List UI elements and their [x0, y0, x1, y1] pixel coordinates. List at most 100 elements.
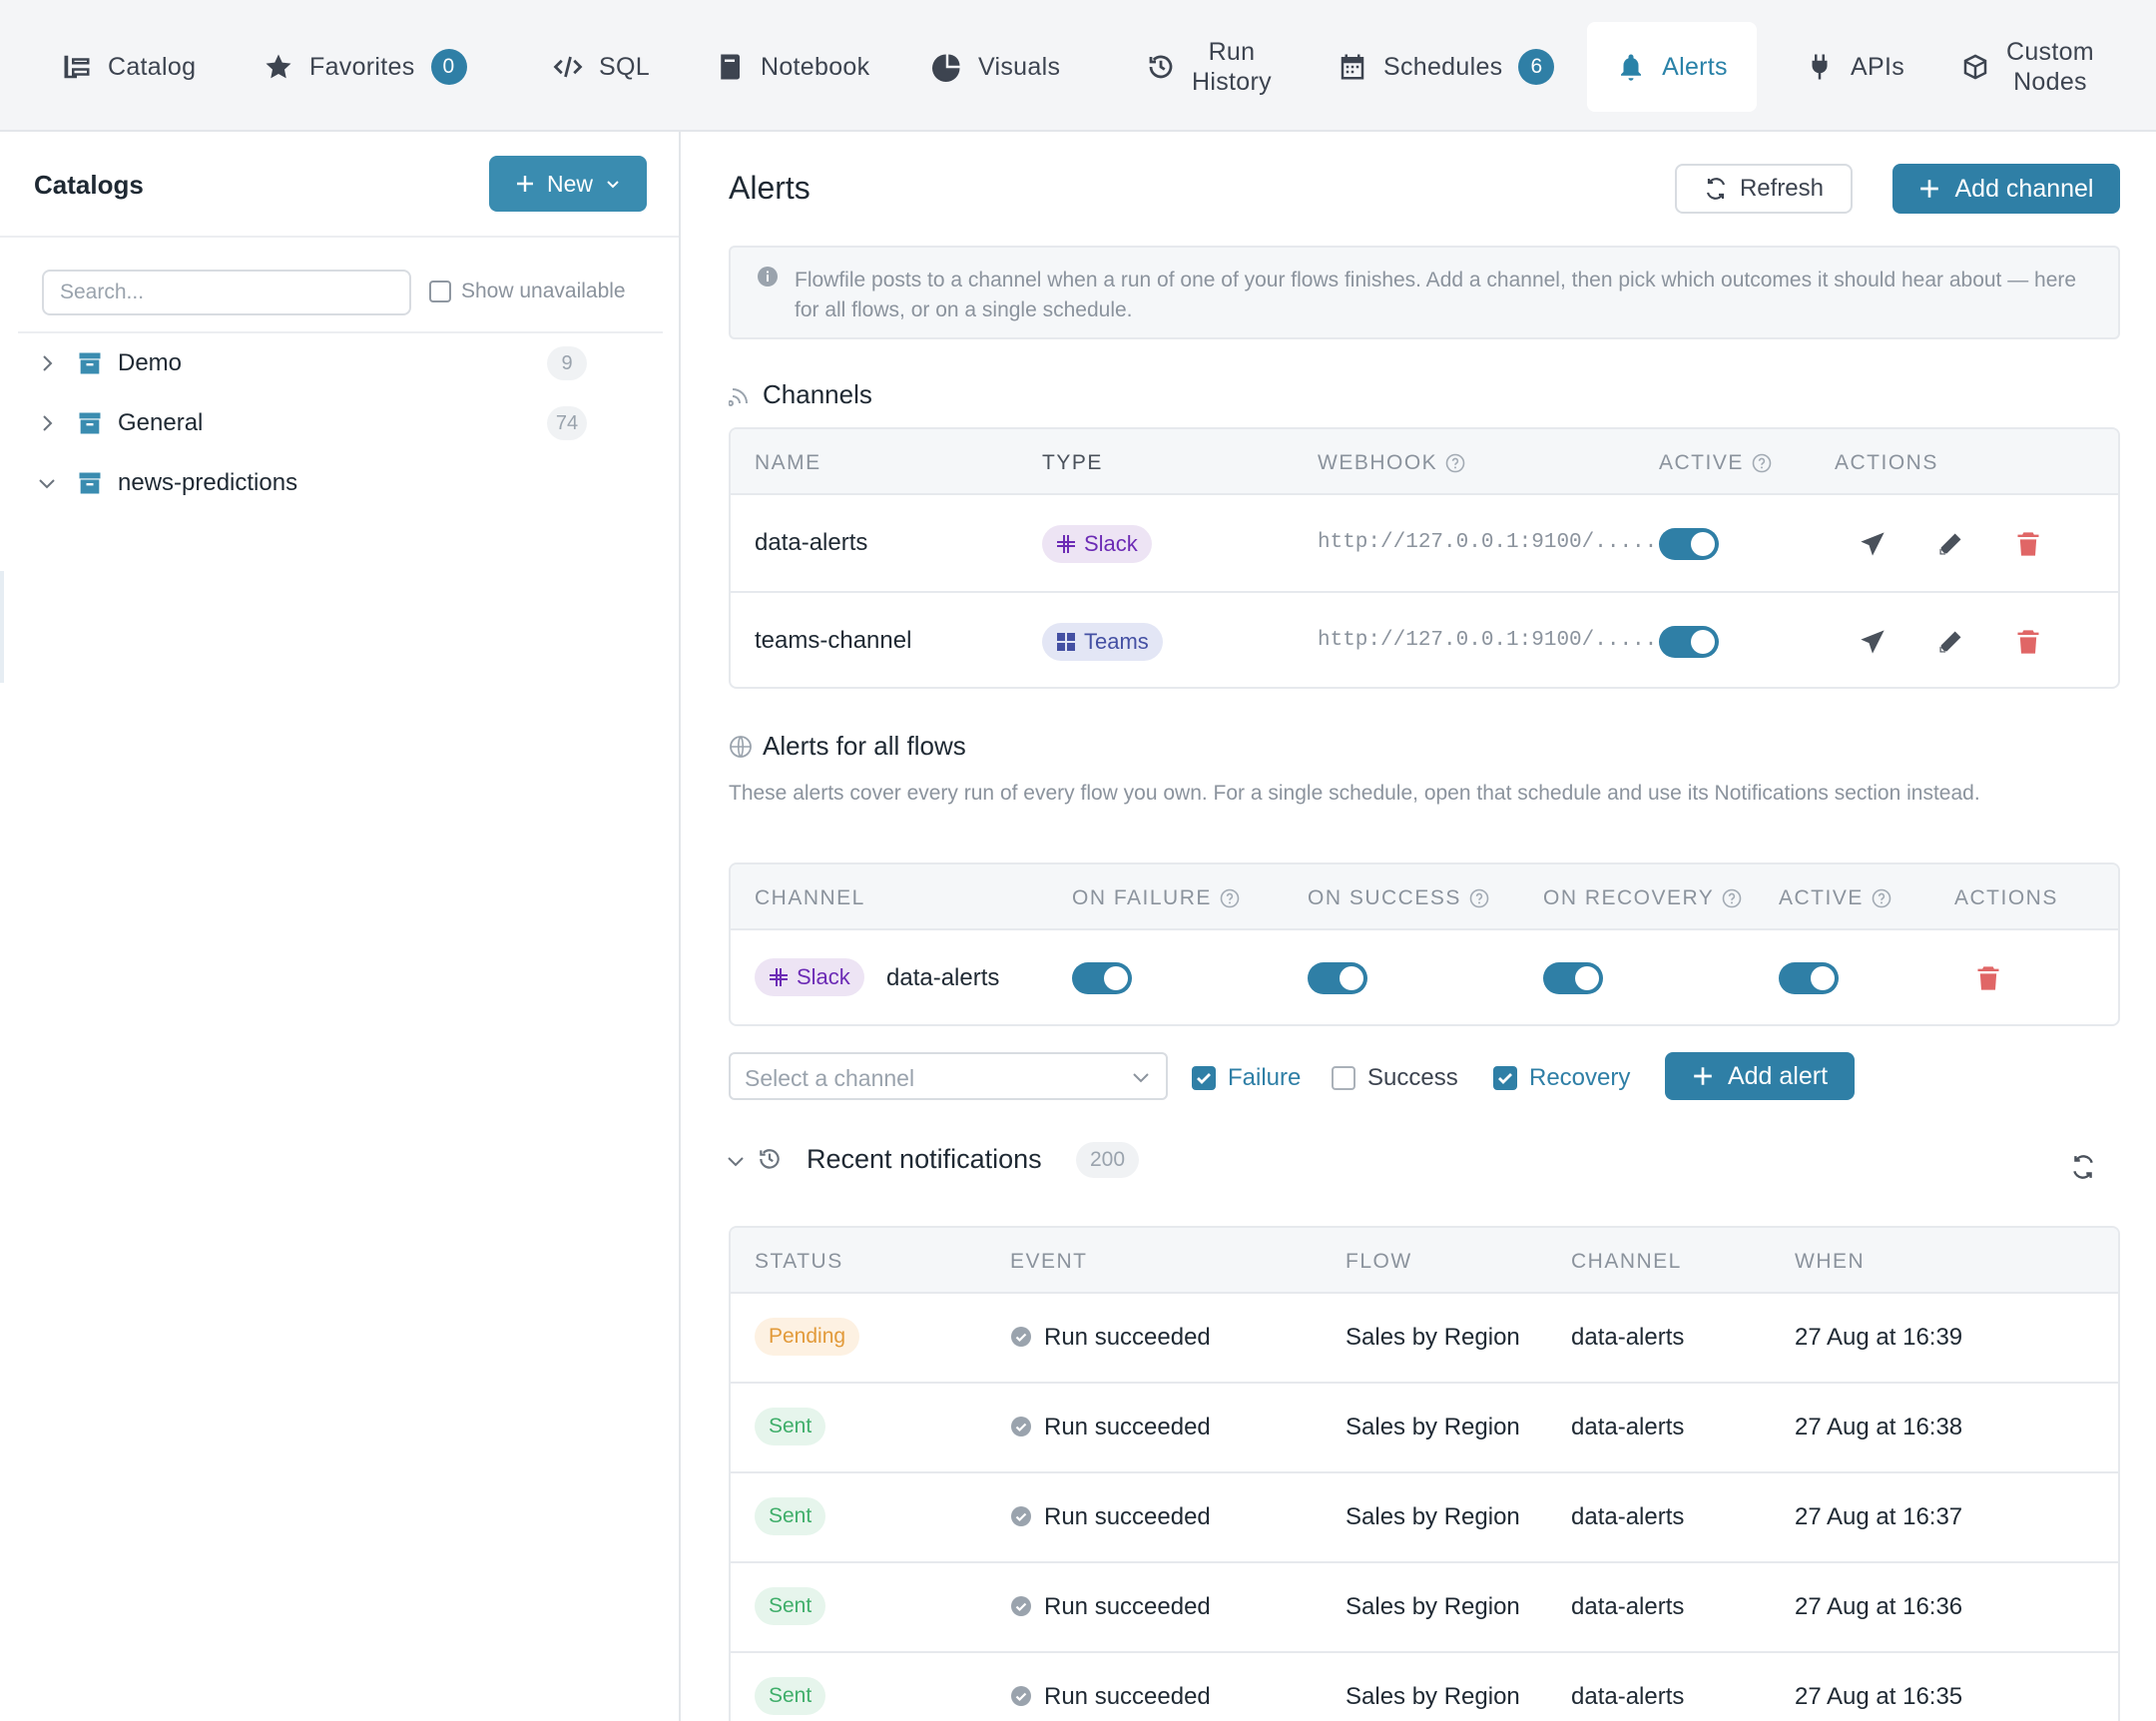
help-icon[interactable]: [1872, 888, 1891, 908]
check-circle-icon: [1011, 1417, 1031, 1436]
help-icon[interactable]: [1722, 888, 1742, 908]
failure-checkbox[interactable]: Failure: [1192, 1064, 1301, 1092]
channel-name: data-alerts: [1571, 1683, 1685, 1710]
nav-alerts[interactable]: Alerts: [1587, 22, 1757, 112]
channel-name: data-alerts: [1571, 1593, 1685, 1620]
delete-icon[interactable]: [2014, 530, 2042, 558]
schedules-count-badge: 6: [1518, 49, 1555, 85]
archive-icon: [79, 412, 101, 434]
nav-catalog[interactable]: Catalog: [62, 22, 196, 112]
col-status: STATUS: [755, 1250, 843, 1273]
webhook-url: http://127.0.0.1:9100/.....: [1318, 531, 1658, 554]
catalog-icon: [64, 55, 90, 79]
nav-label: APIs: [1851, 52, 1904, 81]
channel-active-toggle[interactable]: [1659, 528, 1719, 560]
help-icon[interactable]: [1752, 453, 1772, 473]
sidebar-title: Catalogs: [34, 170, 144, 200]
edit-icon[interactable]: [1936, 530, 1964, 558]
refresh-icon[interactable]: [2070, 1154, 2096, 1180]
col-name: NAME: [755, 451, 821, 474]
flow-name: Sales by Region: [1346, 1683, 1520, 1710]
catalog-item-general[interactable]: General 74: [0, 395, 679, 451]
channel-active-toggle[interactable]: [1659, 626, 1719, 658]
help-icon[interactable]: [1445, 453, 1465, 473]
sidebar-header: Catalogs New: [0, 132, 679, 238]
on-recovery-toggle[interactable]: [1543, 962, 1603, 994]
delete-icon[interactable]: [2014, 628, 2042, 656]
catalog-name: General: [118, 409, 204, 436]
col-actions: ACTIONS: [1835, 451, 1938, 474]
nav-visuals[interactable]: Visuals: [932, 22, 1060, 112]
channel-name: data-alerts: [1571, 1324, 1685, 1351]
help-icon[interactable]: [1220, 888, 1240, 908]
show-unavailable-checkbox[interactable]: [429, 281, 451, 302]
checkbox-checked-icon[interactable]: [1493, 1066, 1517, 1090]
catalog-item-demo[interactable]: Demo 9: [0, 335, 679, 391]
failure-label: Failure: [1228, 1064, 1302, 1091]
teams-icon: [1057, 633, 1075, 651]
chevron-right-icon[interactable]: [36, 412, 58, 434]
event-text: Run succeeded: [1044, 1683, 1211, 1710]
plus-icon: [1694, 1067, 1712, 1085]
send-test-icon[interactable]: [1859, 628, 1886, 656]
check-circle-icon: [1011, 1686, 1031, 1706]
flow-name: Sales by Region: [1346, 1593, 1520, 1620]
all-flows-alerts-table: CHANNEL ON FAILURE ON SUCCESS ON RECOVER…: [729, 862, 2120, 1026]
catalog-search-input[interactable]: [42, 270, 411, 315]
nav-apis[interactable]: APIs: [1805, 22, 1904, 112]
add-channel-label: Add channel: [1954, 174, 2094, 203]
nav-custom-nodes[interactable]: Custom Nodes: [1960, 22, 2094, 112]
timestamp: 27 Aug at 16:38: [1795, 1414, 1963, 1440]
nav-schedules[interactable]: Schedules 6: [1338, 22, 1555, 112]
nav-sql[interactable]: SQL: [553, 22, 650, 112]
nav-label: Notebook: [761, 52, 870, 81]
col-on-success: ON SUCCESS: [1308, 886, 1489, 910]
archive-icon: [79, 352, 101, 374]
catalog-count: 9: [547, 346, 587, 380]
chevron-down-icon[interactable]: [36, 472, 58, 494]
alert-active-toggle[interactable]: [1779, 962, 1839, 994]
add-channel-button[interactable]: Add channel: [1892, 164, 2120, 214]
success-checkbox[interactable]: Success: [1332, 1064, 1458, 1092]
table-row: Sent Run succeeded Sales by Region data-…: [731, 1653, 2118, 1721]
plus-icon: [1920, 180, 1939, 198]
star-icon: [266, 54, 291, 79]
new-catalog-button[interactable]: New: [489, 156, 647, 212]
channel-name: data-alerts: [1571, 1414, 1685, 1440]
channel-select[interactable]: Select a channel: [729, 1052, 1168, 1100]
col-event: EVENT: [1010, 1250, 1088, 1273]
refresh-button[interactable]: Refresh: [1675, 164, 1853, 214]
calendar-icon: [1341, 54, 1364, 80]
send-test-icon[interactable]: [1859, 530, 1886, 558]
checkbox-unchecked[interactable]: [1332, 1066, 1355, 1090]
catalog-name: news-predictions: [118, 469, 298, 496]
col-active: ACTIVE: [1659, 451, 1772, 475]
all-flows-heading: Alerts for all flows: [729, 731, 966, 762]
nav-run-history[interactable]: Run History: [1146, 22, 1272, 112]
edit-icon[interactable]: [1936, 628, 1964, 656]
catalog-item-news-predictions[interactable]: news-predictions: [0, 455, 679, 511]
table-header: STATUS EVENT FLOW CHANNEL WHEN: [731, 1228, 2118, 1294]
col-webhook: WEBHOOK: [1318, 451, 1465, 475]
history-icon: [760, 1149, 780, 1169]
channels-table: NAME TYPE WEBHOOK ACTIVE ACTIONS data-al…: [729, 427, 2120, 689]
table-row: Slack data-alerts: [731, 930, 2118, 1024]
checkbox-checked-icon[interactable]: [1192, 1066, 1216, 1090]
chevron-down-icon[interactable]: [725, 1150, 747, 1172]
recovery-checkbox[interactable]: Recovery: [1493, 1064, 1630, 1092]
show-unavailable-toggle[interactable]: Show unavailable: [429, 280, 626, 303]
nav-notebook[interactable]: Notebook: [715, 22, 869, 112]
help-icon[interactable]: [1469, 888, 1489, 908]
favorites-count-badge: 0: [430, 49, 467, 85]
nav-favorites[interactable]: Favorites 0: [264, 22, 467, 112]
on-failure-toggle[interactable]: [1072, 962, 1132, 994]
new-button-label: New: [546, 170, 593, 197]
chevron-right-icon[interactable]: [36, 352, 58, 374]
event-text: Run succeeded: [1044, 1593, 1211, 1620]
col-actions: ACTIONS: [1954, 886, 2058, 909]
flow-name: Sales by Region: [1346, 1414, 1520, 1440]
delete-icon[interactable]: [1974, 964, 2002, 992]
on-success-toggle[interactable]: [1308, 962, 1367, 994]
add-alert-button[interactable]: Add alert: [1665, 1052, 1855, 1100]
table-row: Sent Run succeeded Sales by Region data-…: [731, 1384, 2118, 1473]
